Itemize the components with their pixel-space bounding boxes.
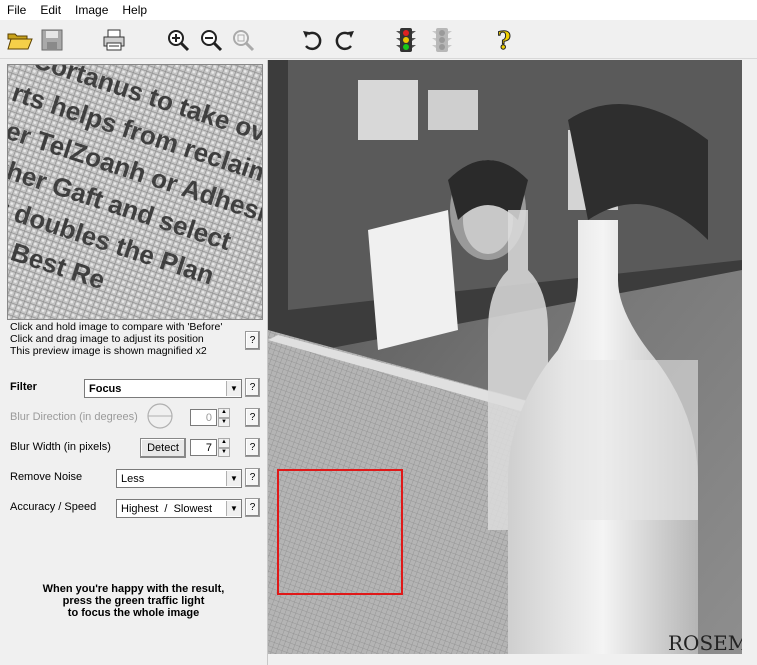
menu-image[interactable]: Image	[68, 3, 115, 17]
menu-file[interactable]: File	[0, 3, 33, 17]
zoom-fit-icon[interactable]	[229, 26, 257, 54]
chevron-down-icon: ▼	[226, 501, 241, 516]
redo-icon[interactable]	[331, 26, 359, 54]
blur-width-help-button[interactable]: ?	[245, 438, 260, 457]
toolbar: ?	[0, 22, 757, 59]
menu-help[interactable]: Help	[115, 3, 154, 17]
blur-width-spinner[interactable]: ▲ ▼	[218, 438, 230, 457]
window-margin-right	[742, 60, 757, 665]
remove-noise-label: Remove Noise	[10, 471, 83, 483]
svg-text:?: ?	[497, 27, 511, 53]
blur-width-input[interactable]: 7	[190, 439, 217, 456]
accuracy-speed-value: Highest / Slowest	[121, 502, 213, 515]
help-icon[interactable]: ?	[490, 26, 518, 54]
menu-edit[interactable]: Edit	[33, 3, 68, 17]
menu-bar: File Edit Image Help	[0, 0, 757, 20]
main-photo[interactable]: ROSEM	[268, 60, 742, 654]
instruction-line-3: to focus the whole image	[67, 607, 200, 619]
zoom-out-icon[interactable]	[197, 26, 225, 54]
open-folder-icon[interactable]	[6, 26, 34, 54]
blur-width-label: Blur Width (in pixels)	[10, 441, 111, 453]
instruction-line-1: When you're happy with the result,	[42, 583, 225, 595]
instruction-line-2: press the green traffic light	[62, 595, 205, 607]
blur-direction-input[interactable]: 0	[190, 409, 217, 426]
preview-help-button[interactable]: ?	[245, 331, 260, 350]
remove-noise-select[interactable]: Less ▼	[116, 469, 242, 488]
filter-select[interactable]: Focus ▼	[84, 379, 242, 398]
chevron-down-icon: ▼	[226, 381, 241, 396]
blur-direction-label: Blur Direction (in degrees)	[10, 411, 138, 423]
detect-button[interactable]: Detect	[140, 438, 186, 458]
zoom-in-icon[interactable]	[164, 26, 192, 54]
traffic-light-disabled-icon[interactable]	[428, 26, 456, 54]
preview-hint-2: Click and drag image to adjust its posit…	[10, 333, 204, 345]
print-icon[interactable]	[100, 26, 128, 54]
accuracy-speed-label: Accuracy / Speed	[10, 501, 97, 513]
filter-value: Focus	[89, 382, 122, 395]
accuracy-speed-select[interactable]: Highest / Slowest ▼	[116, 499, 242, 518]
accuracy-speed-help-button[interactable]: ?	[245, 498, 260, 517]
bottle-label-text: ROSEM	[668, 631, 742, 654]
blur-direction-help-button[interactable]: ?	[245, 408, 260, 427]
preview-hint-1: Click and hold image to compare with 'Be…	[10, 321, 223, 333]
instruction-message: When you're happy with the result, press…	[0, 583, 267, 619]
undo-icon[interactable]	[298, 26, 326, 54]
blur-direction-spinner[interactable]: ▲ ▼	[218, 408, 230, 427]
filter-label: Filter	[10, 381, 37, 393]
save-icon[interactable]	[38, 26, 66, 54]
traffic-light-green-icon[interactable]	[392, 26, 420, 54]
chevron-down-icon: ▼	[226, 471, 241, 486]
remove-noise-help-button[interactable]: ?	[245, 468, 260, 487]
remove-noise-value: Less	[121, 472, 145, 485]
window-margin-bottom	[268, 654, 757, 665]
preview-hint-3: This preview image is shown magnified x2	[10, 345, 207, 357]
preview-image[interactable]: Cortanus to take over the rts helps from…	[7, 64, 263, 320]
filter-help-button[interactable]: ?	[245, 378, 260, 397]
blur-direction-dial-icon[interactable]	[146, 402, 174, 430]
